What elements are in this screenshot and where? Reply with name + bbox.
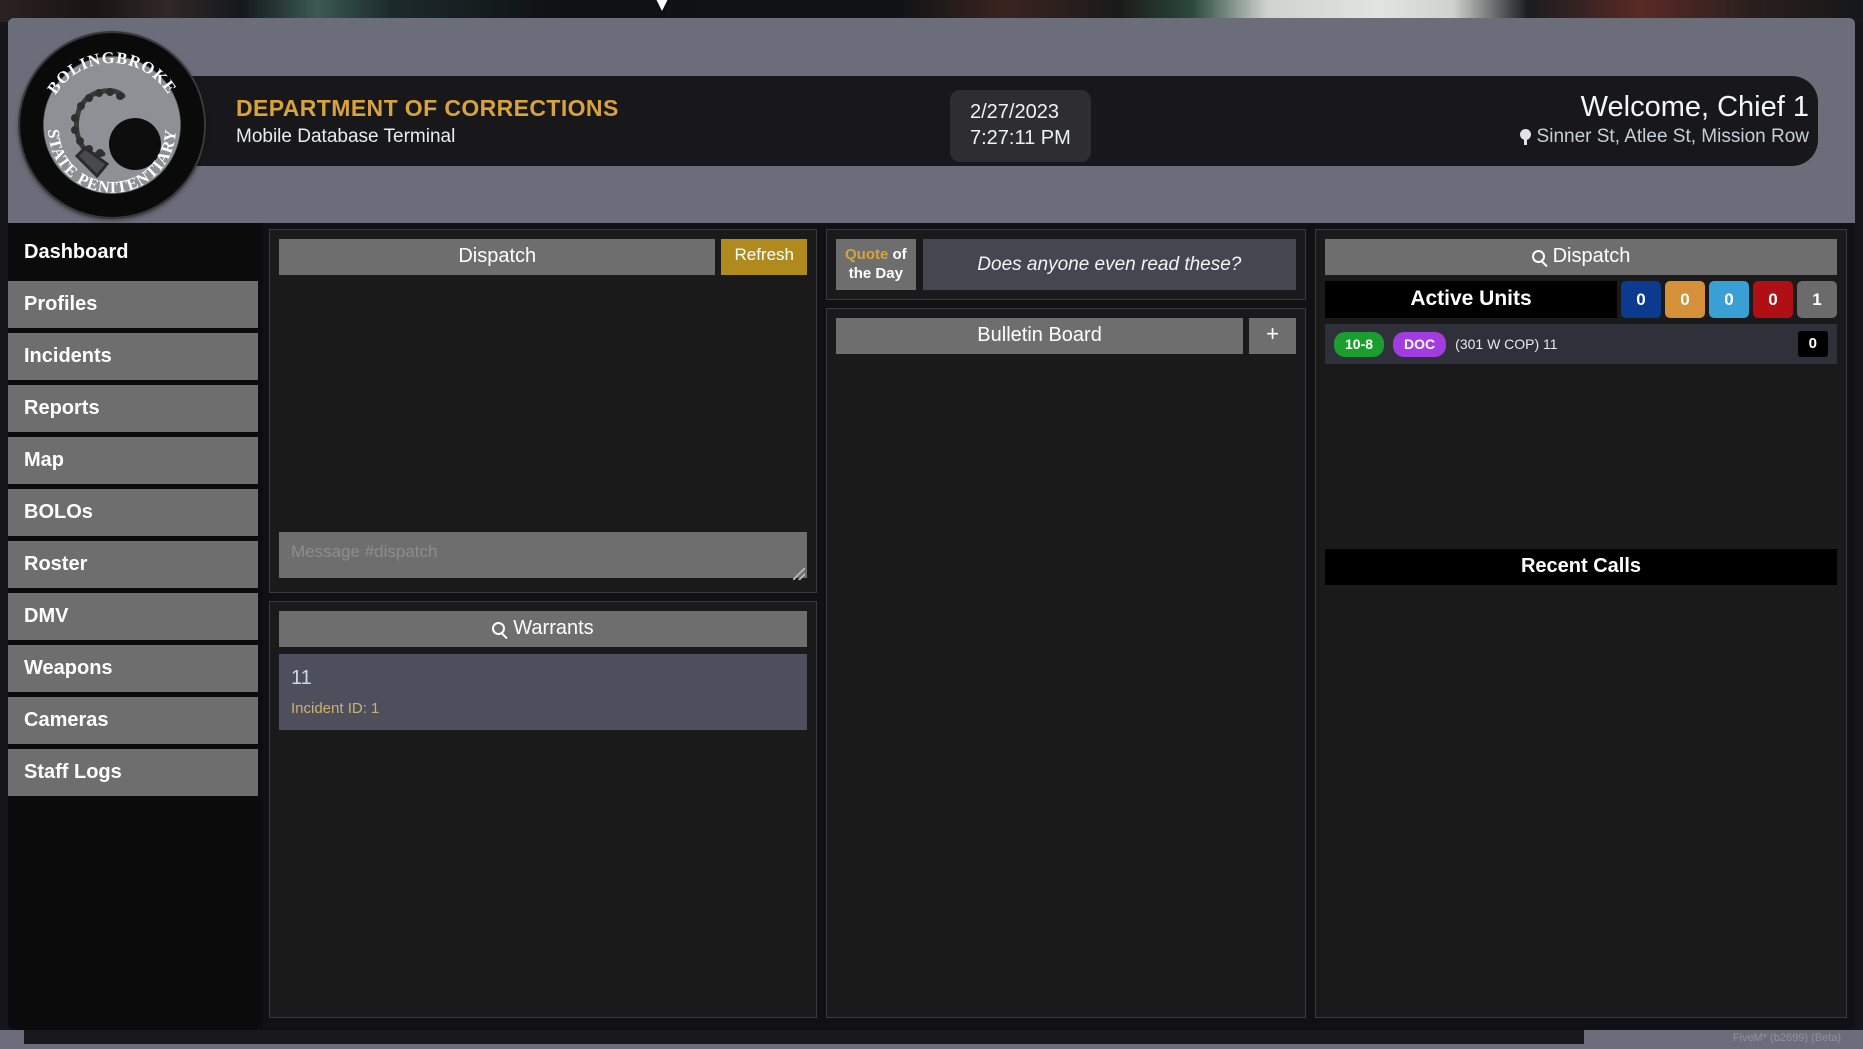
sidebar-item-label: Reports <box>24 397 100 419</box>
datetime-chip: 2/27/2023 7:27:11 PM <box>950 90 1091 162</box>
sidebar-item-label: Profiles <box>24 293 98 315</box>
left-column: Dispatch Refresh Warrants <box>269 229 817 1018</box>
sidebar-item-roster[interactable]: Roster <box>8 541 258 588</box>
quote-text: Does anyone even read these? <box>922 239 1296 291</box>
location-pin-icon <box>1519 129 1531 146</box>
agency-seal-logo: BOLINGBROKE STATE PENITENTIARY <box>20 33 204 217</box>
unit-count-badge-0[interactable]: 0 <box>1621 281 1661 318</box>
current-date: 2/27/2023 <box>970 101 1059 123</box>
active-units-list: 10-8 DOC (301 W COP) 11 0 <box>1325 318 1837 364</box>
search-icon <box>492 622 506 635</box>
taskbar-app-label: FiveM* (b2699) (Beta) <box>1732 1032 1841 1044</box>
sidebar-item-dmv[interactable]: DMV <box>8 593 258 640</box>
unit-callsign: (301 W COP) 11 <box>1455 336 1558 352</box>
recent-calls-title: Recent Calls <box>1325 549 1837 585</box>
bulletin-list[interactable] <box>836 354 1296 1008</box>
warrants-panel-header: Warrants <box>279 611 807 647</box>
sidebar-item-label: Map <box>24 449 64 471</box>
sidebar-nav: Dashboard Profiles Incidents Reports Map BOLO… <box>8 223 258 1030</box>
unit-count-badge-2[interactable]: 0 <box>1709 281 1749 318</box>
quote-row: Quote of the Day Does anyone even read t… <box>836 239 1296 291</box>
seal-top-text: BOLINGBROKE <box>43 48 181 98</box>
brand-title: DEPARTMENT OF CORRECTIONS <box>236 95 619 121</box>
welcome-block: Welcome, Chief 1 Sinner St, Atlee St, Mi… <box>1519 90 1809 148</box>
active-units-counters: 00001 <box>1621 281 1837 318</box>
unit-count-badge-3[interactable]: 0 <box>1753 281 1793 318</box>
bulletin-panel-title: Bulletin Board <box>836 318 1244 355</box>
unit-call-count: 0 <box>1797 331 1828 357</box>
unit-count-badge-1[interactable]: 0 <box>1665 281 1705 318</box>
dispatch-right-header: Dispatch <box>1325 239 1837 275</box>
dispatch-panel-title: Dispatch <box>279 239 716 275</box>
active-unit-row[interactable]: 10-8 DOC (301 W COP) 11 0 <box>1325 324 1837 364</box>
dispatch-message-list[interactable] <box>279 275 807 532</box>
warrant-name: 11 <box>291 667 312 689</box>
sidebar-item-map[interactable]: Map <box>8 437 258 484</box>
middle-column: Quote of the Day Does anyone even read t… <box>826 229 1306 1018</box>
sidebar-item-reports[interactable]: Reports <box>8 385 258 432</box>
welcome-location: Sinner St, Atlee St, Mission Row <box>1519 126 1809 148</box>
brand-block: DEPARTMENT OF CORRECTIONS Mobile Databas… <box>236 94 619 149</box>
sidebar-item-label: Cameras <box>24 709 109 731</box>
mouse-cursor <box>655 0 669 11</box>
warrants-panel: Warrants 11 Incident ID: 1 <box>269 601 817 1018</box>
right-column: Dispatch Active Units 00001 10-8 DOC (301 … <box>1315 229 1847 1018</box>
quote-tag-line2: the Day <box>848 265 903 283</box>
warrant-incident-id: Incident ID: 1 <box>291 700 380 717</box>
sidebar-item-dashboard[interactable]: Dashboard <box>8 229 258 276</box>
sidebar-item-label: Incidents <box>24 345 112 367</box>
dispatch-sidebar-panel: Dispatch Active Units 00001 10-8 DOC (301 … <box>1315 229 1847 1018</box>
sidebar-item-label: Roster <box>24 553 88 575</box>
sidebar-item-cameras[interactable]: Cameras <box>8 697 258 744</box>
os-taskbar: FiveM* (b2699) (Beta) <box>0 1030 1863 1049</box>
bulletin-board-panel: Bulletin Board + <box>826 308 1306 1018</box>
bulletin-add-button[interactable]: + <box>1249 318 1296 355</box>
unit-department-badge: DOC <box>1393 331 1447 357</box>
dispatch-message-input[interactable] <box>279 532 807 578</box>
sidebar-item-bolos[interactable]: BOLOs <box>8 489 258 536</box>
warrant-card[interactable]: 11 Incident ID: 1 <box>279 654 807 730</box>
sidebar-item-label: BOLOs <box>24 501 93 523</box>
warrants-panel-title: Warrants <box>279 611 807 647</box>
dispatch-right-title: Dispatch <box>1325 239 1837 275</box>
search-icon <box>1531 250 1545 263</box>
location-text: Sinner St, Atlee St, Mission Row <box>1536 126 1809 148</box>
quote-tag-word: Quote <box>845 246 889 263</box>
content-area: Dispatch Refresh Warrants <box>263 223 1855 1030</box>
warrants-title-text: Warrants <box>513 617 594 639</box>
sidebar-item-weapons[interactable]: Weapons <box>8 645 258 692</box>
sidebar-item-label: DMV <box>24 605 69 627</box>
seal-bottom-text: STATE PENITENTIARY <box>44 128 180 197</box>
active-units-row: Active Units 00001 <box>1325 281 1837 318</box>
dispatch-refresh-button[interactable]: Refresh <box>721 239 807 275</box>
sidebar-item-incidents[interactable]: Incidents <box>8 333 258 380</box>
sidebar-item-profiles[interactable]: Profiles <box>8 281 258 328</box>
dispatch-input-wrapper <box>279 532 807 583</box>
unit-count-badge-4[interactable]: 1 <box>1797 281 1837 318</box>
app-body: Dashboard Profiles Incidents Reports Map BOLO… <box>8 223 1855 1030</box>
recent-calls-section: Recent Calls <box>1325 549 1837 585</box>
quote-tag-of: of <box>892 246 907 263</box>
brand-subtitle: Mobile Database Terminal <box>236 125 456 147</box>
sidebar-item-label: Staff Logs <box>24 761 122 783</box>
dispatch-panel: Dispatch Refresh <box>269 229 817 593</box>
sidebar-item-label: Dashboard <box>24 241 129 263</box>
unit-status-badge: 10-8 <box>1334 331 1385 357</box>
warrants-list: 11 Incident ID: 1 <box>279 647 807 730</box>
active-units-label: Active Units <box>1325 281 1617 318</box>
taskbar-window-strip <box>24 1030 1584 1044</box>
welcome-title: Welcome, Chief 1 <box>1580 91 1809 123</box>
mdt-app-window: BOLINGBROKE STATE PENITENTIARY DEPARTMEN… <box>8 18 1855 1030</box>
bulletin-panel-header: Bulletin Board + <box>836 318 1296 355</box>
quote-of-the-day-tag: Quote of the Day <box>836 239 916 291</box>
dispatch-right-title-text: Dispatch <box>1552 245 1631 267</box>
sidebar-item-staff-logs[interactable]: Staff Logs <box>8 749 258 796</box>
app-header: BOLINGBROKE STATE PENITENTIARY DEPARTMEN… <box>8 18 1855 223</box>
sidebar-item-label: Weapons <box>24 657 113 679</box>
quote-of-the-day-panel: Quote of the Day Does anyone even read t… <box>826 229 1306 301</box>
current-time: 7:27:11 PM <box>970 127 1071 150</box>
dispatch-panel-header: Dispatch Refresh <box>279 239 807 275</box>
